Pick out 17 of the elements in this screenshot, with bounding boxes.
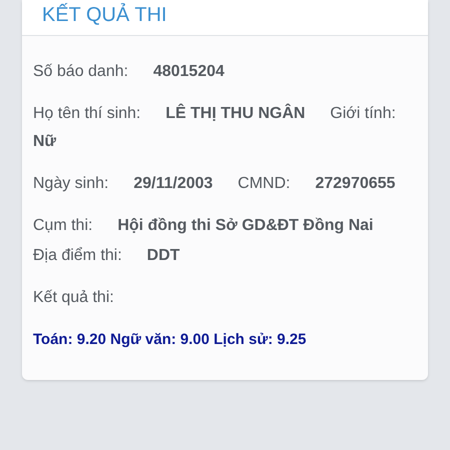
card-title: KẾT QUẢ THI (42, 2, 167, 28)
field-label: Số báo danh: (33, 62, 128, 82)
field-label: Địa điểm thi: (33, 246, 122, 266)
field-label: CMND: (238, 174, 290, 194)
field-value: 48015204 (153, 62, 224, 82)
scores-text: Toán: 9.20 Ngữ văn: 9.00 Lịch sử: 9.25 (33, 330, 308, 350)
field-value: 29/11/2003 (134, 174, 213, 194)
field-label: Ngày sinh: (33, 174, 109, 194)
field-value: LÊ THỊ THU NGÂN (166, 104, 306, 124)
field-value: Hội đồng thi Sở GD&ĐT Đồng Nai (118, 216, 374, 236)
field-label: Giới tính: (330, 104, 396, 124)
field-value: Nữ (33, 132, 56, 152)
field-value: DDT (146, 246, 180, 266)
field-label: Họ tên thí sinh: (33, 104, 141, 124)
field-label: Kết quả thi: (33, 288, 114, 308)
field-value: 272970655 (315, 174, 396, 194)
field-label: Cụm thi: (33, 216, 93, 236)
